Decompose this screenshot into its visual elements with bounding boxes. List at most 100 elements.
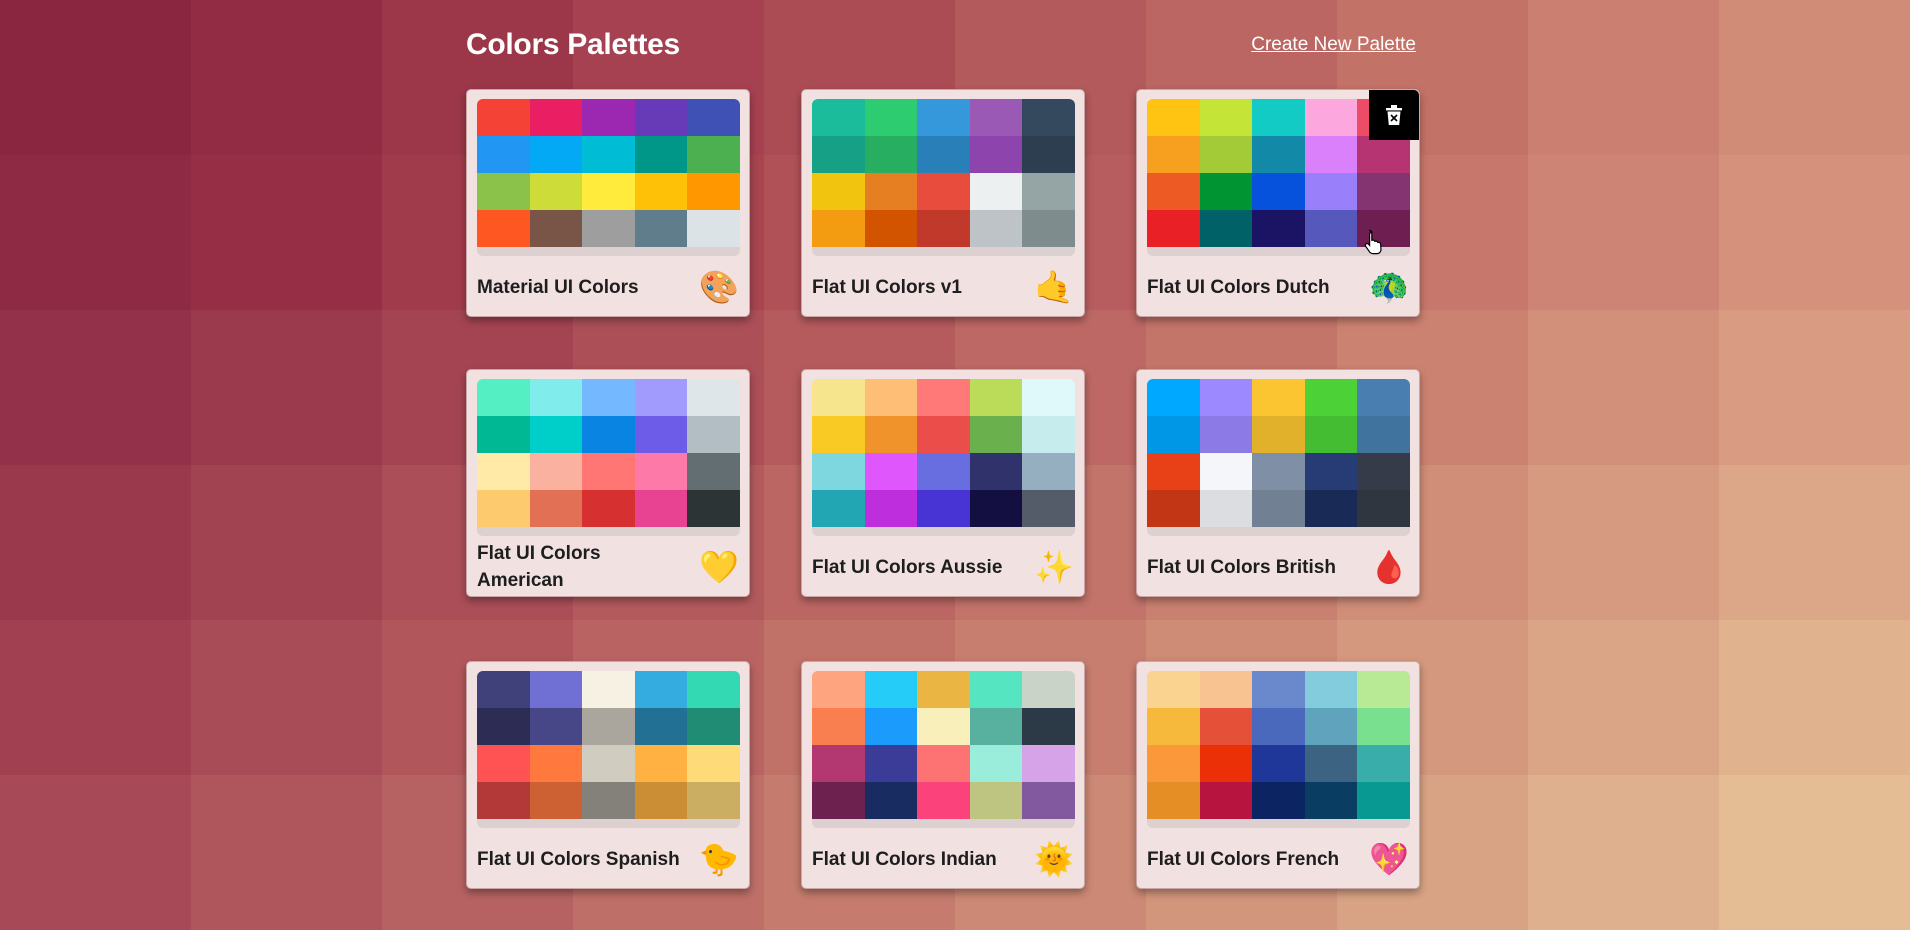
palette-name: Flat UI Colors French <box>1147 848 1340 870</box>
color-swatch <box>687 99 740 136</box>
background-tile <box>1719 620 1910 775</box>
palette-card-flat-ui-colors-v1[interactable]: Flat UI Colors v1 🤙 <box>801 89 1085 317</box>
peacock-icon: 🦚 <box>1369 269 1409 305</box>
header: Colors Palettes Create New Palette <box>466 24 1416 64</box>
background-tile <box>1719 0 1910 155</box>
color-swatch <box>1199 136 1253 173</box>
color-swatch <box>582 745 635 782</box>
color-swatch <box>477 136 530 173</box>
color-swatch <box>864 99 918 136</box>
color-swatch <box>1304 671 1358 708</box>
color-swatch <box>1252 416 1305 453</box>
color-swatch <box>864 210 918 247</box>
color-swatch <box>1304 708 1358 745</box>
color-swatch <box>634 671 688 708</box>
color-swatch <box>1252 210 1305 247</box>
palette-swatches <box>477 99 740 256</box>
color-swatch <box>969 708 1023 745</box>
color-swatch <box>1252 136 1305 173</box>
palette-card-flat-ui-colors-british[interactable]: Flat UI Colors British 🩸 <box>1136 369 1420 597</box>
palette-footer: Flat UI Colors French 💖 <box>1147 832 1409 886</box>
color-swatch <box>1199 708 1253 745</box>
color-swatch <box>917 173 970 210</box>
color-swatch <box>477 379 530 416</box>
swatch-grid <box>1147 379 1410 527</box>
color-swatch <box>634 416 688 453</box>
color-swatch <box>1357 210 1410 247</box>
palette-footer: Flat UI Colors Indian 🌞 <box>812 832 1074 886</box>
color-swatch <box>1357 671 1410 708</box>
color-swatch <box>529 671 583 708</box>
background-tile <box>191 775 382 930</box>
color-swatch <box>917 379 970 416</box>
color-swatch <box>917 782 970 819</box>
color-swatch <box>582 99 635 136</box>
color-swatch <box>969 379 1023 416</box>
background-tile <box>191 155 382 310</box>
background-tile <box>0 465 191 620</box>
drop-of-blood-icon: 🩸 <box>1369 549 1409 585</box>
delete-palette-button[interactable] <box>1369 90 1419 140</box>
color-swatch <box>529 99 583 136</box>
color-swatch <box>634 708 688 745</box>
palette-card-flat-ui-colors-aussie[interactable]: Flat UI Colors Aussie ✨ <box>801 369 1085 597</box>
color-swatch <box>864 379 918 416</box>
color-swatch <box>582 379 635 416</box>
color-swatch <box>864 782 918 819</box>
color-swatch <box>634 782 688 819</box>
color-swatch <box>1252 671 1305 708</box>
create-new-palette-link[interactable]: Create New Palette <box>1251 34 1416 56</box>
palette-card-flat-ui-colors-spanish[interactable]: Flat UI Colors Spanish 🐤 <box>466 661 750 889</box>
color-swatch <box>1022 782 1075 819</box>
palette-footer: Flat UI Colors Aussie ✨ <box>812 540 1074 594</box>
color-swatch <box>1022 416 1075 453</box>
background-tile <box>191 0 382 155</box>
palette-card-flat-ui-colors-french[interactable]: Flat UI Colors French 💖 <box>1136 661 1420 889</box>
color-swatch <box>917 416 970 453</box>
swatch-grid <box>477 671 740 819</box>
color-swatch <box>917 490 970 527</box>
color-swatch <box>864 745 918 782</box>
palette-card-material-ui-colors[interactable]: Material UI Colors 🎨 <box>466 89 750 317</box>
color-swatch <box>1022 708 1075 745</box>
color-swatch <box>917 453 970 490</box>
color-swatch <box>1022 210 1075 247</box>
color-swatch <box>1022 490 1075 527</box>
color-swatch <box>1252 782 1305 819</box>
color-swatch <box>812 782 865 819</box>
color-swatch <box>812 173 865 210</box>
background-tile <box>0 0 191 155</box>
color-swatch <box>1022 136 1075 173</box>
color-swatch <box>1147 416 1200 453</box>
color-swatch <box>634 136 688 173</box>
color-swatch <box>969 490 1023 527</box>
color-swatch <box>1199 782 1253 819</box>
color-swatch <box>687 453 740 490</box>
yellow-heart-icon: 💛 <box>699 549 739 585</box>
color-swatch <box>687 173 740 210</box>
palette-name: Flat UI Colors American <box>477 543 601 591</box>
palette-swatches <box>812 671 1075 828</box>
color-swatch <box>1357 173 1410 210</box>
palette-swatches <box>477 379 740 536</box>
background-tile <box>0 775 191 930</box>
color-swatch <box>812 416 865 453</box>
color-swatch <box>1304 136 1358 173</box>
palette-name: Flat UI Colors v1 <box>812 276 962 298</box>
palette-card-flat-ui-colors-dutch[interactable]: Flat UI Colors Dutch 🦚 <box>1136 89 1420 317</box>
background-tile <box>0 620 191 775</box>
color-swatch <box>864 136 918 173</box>
color-swatch <box>1147 99 1200 136</box>
palette-card-flat-ui-colors-american[interactable]: Flat UI Colors American 💛 <box>466 369 750 597</box>
color-swatch <box>529 708 583 745</box>
background-tile <box>1719 155 1910 310</box>
palette-card-flat-ui-colors-indian[interactable]: Flat UI Colors Indian 🌞 <box>801 661 1085 889</box>
color-swatch <box>969 782 1023 819</box>
color-swatch <box>1147 745 1200 782</box>
swatch-grid <box>812 379 1075 527</box>
palette-name: Material UI Colors <box>477 276 639 298</box>
color-swatch <box>582 490 635 527</box>
color-swatch <box>1199 671 1253 708</box>
color-swatch <box>1147 671 1200 708</box>
color-swatch <box>687 210 740 247</box>
